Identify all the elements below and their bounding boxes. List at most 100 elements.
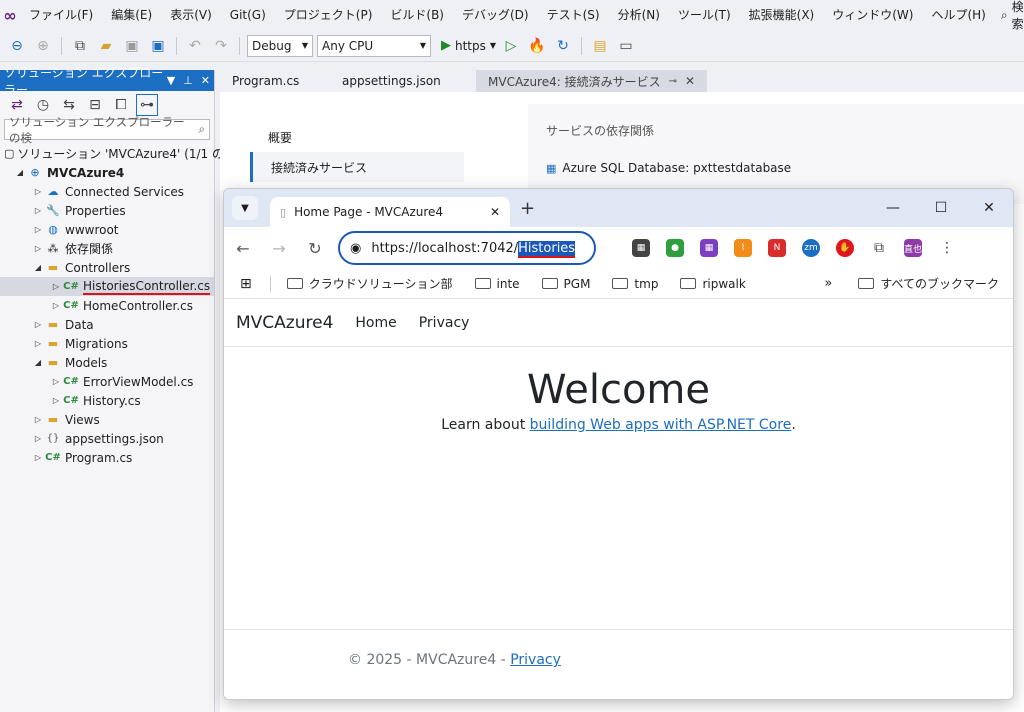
hot-reload-icon[interactable]: 🔥 xyxy=(526,35,548,57)
back-icon[interactable]: ⊖ xyxy=(6,35,28,57)
tab-appsettings-json[interactable]: appsettings.json xyxy=(330,70,476,92)
expanded-icon[interactable]: ◢ xyxy=(32,358,44,367)
nav-home-link[interactable]: Home xyxy=(355,315,396,331)
tree-project[interactable]: ◢ ⊕ MVCAzure4 xyxy=(0,163,214,182)
forward-icon[interactable]: ⊕ xyxy=(32,35,54,57)
puzzle-icon[interactable]: ⧉ xyxy=(870,239,888,257)
collapsed-icon[interactable]: ▷ xyxy=(50,282,62,291)
chevron-right-icon[interactable]: » xyxy=(824,276,832,291)
save-icon[interactable]: ▣ xyxy=(121,35,143,57)
avatar[interactable]: 直也 xyxy=(904,239,922,257)
collapsed-icon[interactable]: ▷ xyxy=(32,415,44,424)
menu-test[interactable]: テスト(S) xyxy=(538,0,609,30)
footer-privacy-link[interactable]: Privacy xyxy=(510,652,561,668)
refresh-icon[interactable]: ↻ xyxy=(552,35,574,57)
nav-privacy-link[interactable]: Privacy xyxy=(419,315,470,331)
menu-view[interactable]: 表示(V) xyxy=(161,0,221,30)
tree-migrations[interactable]: ▷ ▬ Migrations xyxy=(0,334,214,353)
collapsed-icon[interactable]: ▷ xyxy=(32,225,44,234)
nav-connected-services[interactable]: 接続済みサービス xyxy=(250,152,464,182)
platform-select[interactable]: Any CPU ▼ xyxy=(317,34,431,57)
bookmark-folder[interactable]: inte xyxy=(474,277,520,291)
tree-models[interactable]: ◢ ▬ Models xyxy=(0,353,214,372)
menu-analyze[interactable]: 分析(N) xyxy=(609,0,669,30)
close-icon[interactable]: ✕ xyxy=(685,74,695,88)
expanded-icon[interactable]: ◢ xyxy=(14,168,26,177)
close-icon[interactable]: ✕ xyxy=(490,205,500,219)
collapsed-icon[interactable]: ▷ xyxy=(32,339,44,348)
back-icon[interactable]: ← xyxy=(234,239,252,258)
tree-connected-services[interactable]: ▷ ☁ Connected Services xyxy=(0,182,214,201)
window-layout-icon[interactable]: ▭ xyxy=(615,35,637,57)
stop-extension-icon[interactable]: ✋ xyxy=(836,239,854,257)
close-icon[interactable]: ✕ xyxy=(201,74,210,87)
tree-controllers[interactable]: ◢ ▬ Controllers xyxy=(0,258,214,277)
reload-icon[interactable]: ↻ xyxy=(306,239,324,258)
tree-home-controller[interactable]: ▷ C# HomeController.cs xyxy=(0,296,214,315)
collapsed-icon[interactable]: ▷ xyxy=(32,244,44,253)
tree-wwwroot[interactable]: ▷ ◍ wwwroot xyxy=(0,220,214,239)
tree-history[interactable]: ▷ C# History.cs xyxy=(0,391,214,410)
menu-edit[interactable]: 編集(E) xyxy=(102,0,161,30)
tree-views[interactable]: ▷ ▬ Views xyxy=(0,410,214,429)
pin-icon[interactable]: ⊥ xyxy=(183,74,193,87)
pin-icon[interactable]: ⊸ xyxy=(669,76,677,87)
url-input[interactable]: ◉ https://localhost:7042/Histories xyxy=(338,231,596,265)
tree-program[interactable]: ▷ C# Program.cs xyxy=(0,448,214,467)
menu-tools[interactable]: ツール(T) xyxy=(669,0,740,30)
start-without-debug-icon[interactable]: ▷ xyxy=(500,35,522,57)
new-tab-button[interactable]: + xyxy=(520,198,535,219)
bookmark-folder[interactable]: PGM xyxy=(541,277,590,291)
menu-file[interactable]: ファイル(F) xyxy=(20,0,102,30)
nav-overview[interactable]: 概要 xyxy=(250,122,464,152)
apps-icon[interactable]: ⊞ xyxy=(240,276,252,292)
collapsed-icon[interactable]: ▷ xyxy=(50,301,62,310)
menu-project[interactable]: プロジェクト(P) xyxy=(275,0,382,30)
tree-appsettings[interactable]: ▷ {} appsettings.json xyxy=(0,429,214,448)
collapsed-icon[interactable]: ▷ xyxy=(50,377,62,386)
collapsed-icon[interactable]: ▷ xyxy=(50,396,62,405)
solution-explorer-search[interactable]: ソリューション エクスプローラー の検 ⌕ xyxy=(4,115,210,145)
new-project-icon[interactable]: ⧉ xyxy=(69,35,91,57)
service-item[interactable]: ▦ Azure SQL Database: pxttestdatabase xyxy=(546,161,1006,175)
dropdown-icon[interactable]: ▼ xyxy=(167,74,175,87)
extension-icon[interactable]: ▦ xyxy=(700,239,718,257)
configuration-select[interactable]: Debug ▼ xyxy=(247,34,313,57)
run-button[interactable]: ▶ https ▼ xyxy=(441,38,496,53)
menu-window[interactable]: ウィンドウ(W) xyxy=(823,0,922,30)
all-bookmarks-button[interactable]: すべてのブックマーク xyxy=(858,275,999,292)
rss-icon[interactable]: ⌇ xyxy=(734,239,752,257)
extension-icon[interactable]: ● xyxy=(666,239,684,257)
collapsed-icon[interactable]: ▷ xyxy=(32,187,44,196)
browser-tab[interactable]: ▯ Home Page - MVCAzure4 ✕ xyxy=(270,197,510,227)
maximize-icon[interactable]: ☐ xyxy=(917,189,965,227)
tree-data[interactable]: ▷ ▬ Data xyxy=(0,315,214,334)
site-brand[interactable]: MVCAzure4 xyxy=(236,313,333,333)
zoom-extension-icon[interactable]: zm xyxy=(802,239,820,257)
collapsed-icon[interactable]: ▷ xyxy=(32,320,44,329)
open-folder-icon[interactable]: ▰ xyxy=(95,35,117,57)
menu-debug[interactable]: デバッグ(D) xyxy=(453,0,538,30)
undo-icon[interactable]: ↶ xyxy=(184,35,206,57)
close-icon[interactable]: ✕ xyxy=(965,189,1013,227)
new-extension-icon[interactable]: N xyxy=(768,239,786,257)
tree-dependencies[interactable]: ▷ ⁂ 依存関係 xyxy=(0,239,214,258)
tree-error-view-model[interactable]: ▷ C# ErrorViewModel.cs xyxy=(0,372,214,391)
menu-build[interactable]: ビルド(B) xyxy=(381,0,453,30)
bookmark-folder[interactable]: tmp xyxy=(612,277,658,291)
save-all-icon[interactable]: ▣ xyxy=(147,35,169,57)
tab-program-cs[interactable]: Program.cs xyxy=(220,70,330,92)
tree-histories-controller[interactable]: ▷ C# HistoriesController.cs xyxy=(0,277,214,296)
collapsed-icon[interactable]: ▷ xyxy=(32,434,44,443)
redo-icon[interactable]: ↷ xyxy=(210,35,232,57)
menu-icon[interactable]: ⋮ xyxy=(938,239,956,257)
menu-help[interactable]: ヘルプ(H) xyxy=(922,0,994,30)
menu-extensions[interactable]: 拡張機能(X) xyxy=(740,0,824,30)
tree-solution[interactable]: ▢ ソリューション 'MVCAzure4' (1/1 の xyxy=(0,144,224,163)
forward-icon[interactable]: → xyxy=(270,239,288,258)
expanded-icon[interactable]: ◢ xyxy=(32,263,44,272)
minimize-icon[interactable]: — xyxy=(869,189,917,227)
collapsed-icon[interactable]: ▷ xyxy=(32,453,44,462)
learn-link[interactable]: building Web apps with ASP.NET Core xyxy=(530,417,792,433)
bookmark-folder[interactable]: クラウドソリューション部 xyxy=(286,275,453,292)
